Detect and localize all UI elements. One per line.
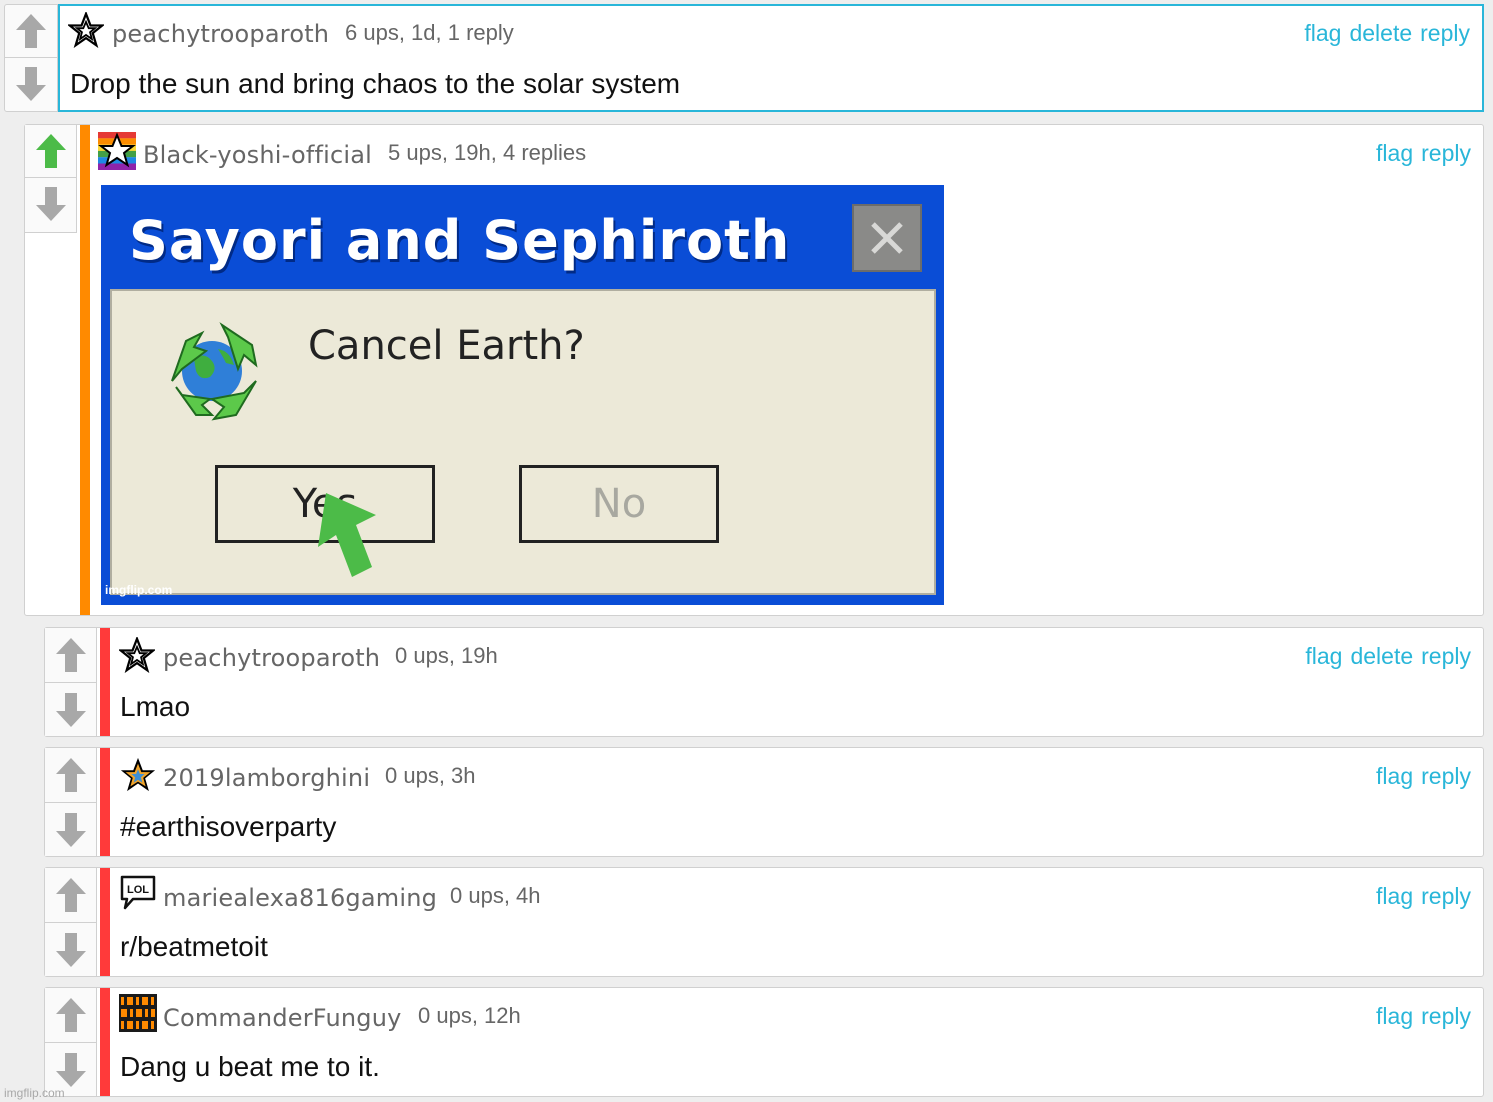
comment-3: peachytrooparoth 0 ups, 19h flag delete re… xyxy=(44,627,1484,737)
arrow-down-icon xyxy=(55,1052,87,1088)
comment-actions: flag delete reply xyxy=(1296,20,1470,47)
thread-bar xyxy=(100,988,110,1096)
comment-meta: 0 ups, 4h xyxy=(450,883,541,908)
vote-column xyxy=(45,628,97,736)
username[interactable]: CommanderFunguy xyxy=(163,1004,402,1032)
arrow-down-icon xyxy=(55,812,87,848)
comment-text: Lmao xyxy=(120,691,191,722)
comment-text: Drop the sun and bring chaos to the sola… xyxy=(70,68,681,99)
arrow-down-icon xyxy=(55,692,87,728)
comment-actions: flag delete reply xyxy=(1297,643,1471,670)
no-label: No xyxy=(591,481,647,527)
comment-body: peachytrooparoth 6 ups, 1d, 1 reply flag… xyxy=(58,4,1484,112)
flag-link[interactable]: flag xyxy=(1376,1003,1413,1029)
username[interactable]: mariealexa816gaming xyxy=(163,884,437,912)
upvote-button[interactable] xyxy=(45,628,96,683)
comment-text: #earthisoverparty xyxy=(120,811,337,842)
watermark: imgflip.com xyxy=(4,1086,65,1100)
vote-column xyxy=(45,988,97,1096)
username[interactable]: 2019lamborghini xyxy=(163,764,370,792)
reply-link[interactable]: reply xyxy=(1421,1003,1471,1029)
lol-bubble-icon[interactable]: LOL xyxy=(119,874,157,912)
arrow-down-icon xyxy=(55,932,87,968)
vote-column xyxy=(45,868,97,976)
image-credit: imgflip.com xyxy=(105,583,173,597)
comment-4: 2019lamborghini 0 ups, 3h flag reply #ear… xyxy=(44,747,1484,857)
username[interactable]: peachytrooparoth xyxy=(112,20,329,48)
comment-actions: flag reply xyxy=(1368,140,1471,167)
meme-image[interactable]: Sayori and Sephiroth Cancel Earth? Yes xyxy=(101,185,944,605)
comment-text: Dang u beat me to it. xyxy=(120,1051,380,1082)
reply-link[interactable]: reply xyxy=(1421,883,1471,909)
dialog-title: Sayori and Sephiroth xyxy=(129,209,791,272)
arrow-down-icon xyxy=(15,66,47,102)
comment-actions: flag reply xyxy=(1368,1003,1471,1030)
binary-avatar-icon[interactable] xyxy=(119,994,157,1032)
thread-bar xyxy=(100,868,110,976)
comment-1: peachytrooparoth 6 ups, 1d, 1 reply flag… xyxy=(4,4,1484,112)
recycle-globe-icon xyxy=(171,322,258,421)
comment-5: LOL mariealexa816gaming 0 ups, 4h flag re… xyxy=(44,867,1484,977)
thread-bar xyxy=(100,628,110,736)
rainbow-star-icon[interactable] xyxy=(98,132,136,170)
no-button: No xyxy=(519,465,719,543)
upvote-button[interactable] xyxy=(45,868,96,923)
upvote-button[interactable] xyxy=(25,125,76,178)
downvote-button[interactable] xyxy=(25,178,76,230)
close-icon xyxy=(871,222,903,254)
vote-column xyxy=(25,125,77,233)
downvote-button[interactable] xyxy=(45,803,96,857)
comment-text: r/beatmetoit xyxy=(120,931,268,962)
star-icon[interactable] xyxy=(119,637,155,673)
thread-bar xyxy=(80,125,90,615)
comment-meta: 0 ups, 12h xyxy=(418,1003,521,1028)
comment-actions: flag reply xyxy=(1368,763,1471,790)
reply-link[interactable]: reply xyxy=(1420,20,1470,46)
arrow-up-icon xyxy=(15,13,47,49)
avatar-text: LOL xyxy=(127,884,149,896)
comment-2: Black-yoshi-official 5 ups, 19h, 4 repli… xyxy=(24,124,1484,616)
star-icon[interactable] xyxy=(68,12,104,48)
flag-link[interactable]: flag xyxy=(1376,763,1413,789)
downvote-button[interactable] xyxy=(5,58,57,110)
arrow-up-icon xyxy=(55,877,87,913)
comment-meta: 0 ups, 3h xyxy=(385,763,476,788)
green-arrow-icon xyxy=(318,493,376,577)
rainbow-star-icon[interactable] xyxy=(119,756,157,794)
reply-link[interactable]: reply xyxy=(1421,643,1471,669)
downvote-button[interactable] xyxy=(45,683,96,737)
dialog-body: Cancel Earth? Yes No xyxy=(110,289,936,595)
arrow-up-icon xyxy=(55,997,87,1033)
comment-meta: 6 ups, 1d, 1 reply xyxy=(345,20,514,45)
arrow-up-icon xyxy=(35,133,67,169)
comment-meta: 0 ups, 19h xyxy=(395,643,498,668)
reply-link[interactable]: reply xyxy=(1421,763,1471,789)
downvote-button[interactable] xyxy=(45,923,96,977)
vote-column xyxy=(4,4,58,112)
delete-link[interactable]: delete xyxy=(1349,20,1412,46)
username[interactable]: peachytrooparoth xyxy=(163,644,380,672)
arrow-up-icon xyxy=(55,637,87,673)
comment-meta: 5 ups, 19h, 4 replies xyxy=(388,140,587,165)
delete-link[interactable]: delete xyxy=(1350,643,1413,669)
flag-link[interactable]: flag xyxy=(1376,140,1413,166)
upvote-button[interactable] xyxy=(5,5,57,58)
upvote-button[interactable] xyxy=(45,748,96,803)
flag-link[interactable]: flag xyxy=(1304,20,1341,46)
username[interactable]: Black-yoshi-official xyxy=(143,141,372,169)
vote-column xyxy=(45,748,97,856)
arrow-up-icon xyxy=(55,757,87,793)
dialog-close-button xyxy=(852,204,922,272)
arrow-down-icon xyxy=(35,186,67,222)
upvote-button[interactable] xyxy=(45,988,96,1043)
thread-bar xyxy=(100,748,110,856)
flag-link[interactable]: flag xyxy=(1376,883,1413,909)
reply-link[interactable]: reply xyxy=(1421,140,1471,166)
flag-link[interactable]: flag xyxy=(1305,643,1342,669)
comment-6: CommanderFunguy 0 ups, 12h flag reply Dan… xyxy=(44,987,1484,1097)
dialog-question: Cancel Earth? xyxy=(308,323,585,369)
comment-actions: flag reply xyxy=(1368,883,1471,910)
